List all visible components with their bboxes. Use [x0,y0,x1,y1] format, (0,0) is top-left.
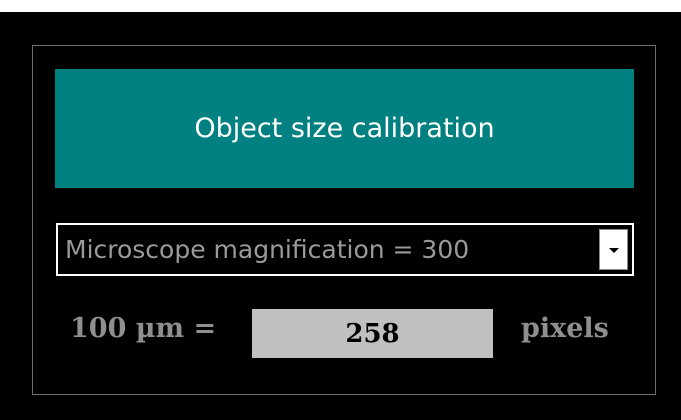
magnification-select[interactable]: Microscope magnification = 300 [56,223,634,276]
magnification-select-value: Microscope magnification = 300 [65,235,470,264]
pixels-value-field[interactable]: 258 [252,309,493,358]
calibration-title-label: Object size calibration [194,113,495,144]
pixels-unit-label: pixels [521,313,609,344]
top-edge [0,0,681,12]
dropdown-button[interactable] [599,229,628,270]
calibration-title-button[interactable]: Object size calibration [55,69,634,188]
length-label: 100 µm = [70,313,217,344]
pixels-value: 258 [345,318,400,349]
calibration-window: Object size calibration Microscope magni… [0,0,681,420]
chevron-down-icon [609,248,619,253]
